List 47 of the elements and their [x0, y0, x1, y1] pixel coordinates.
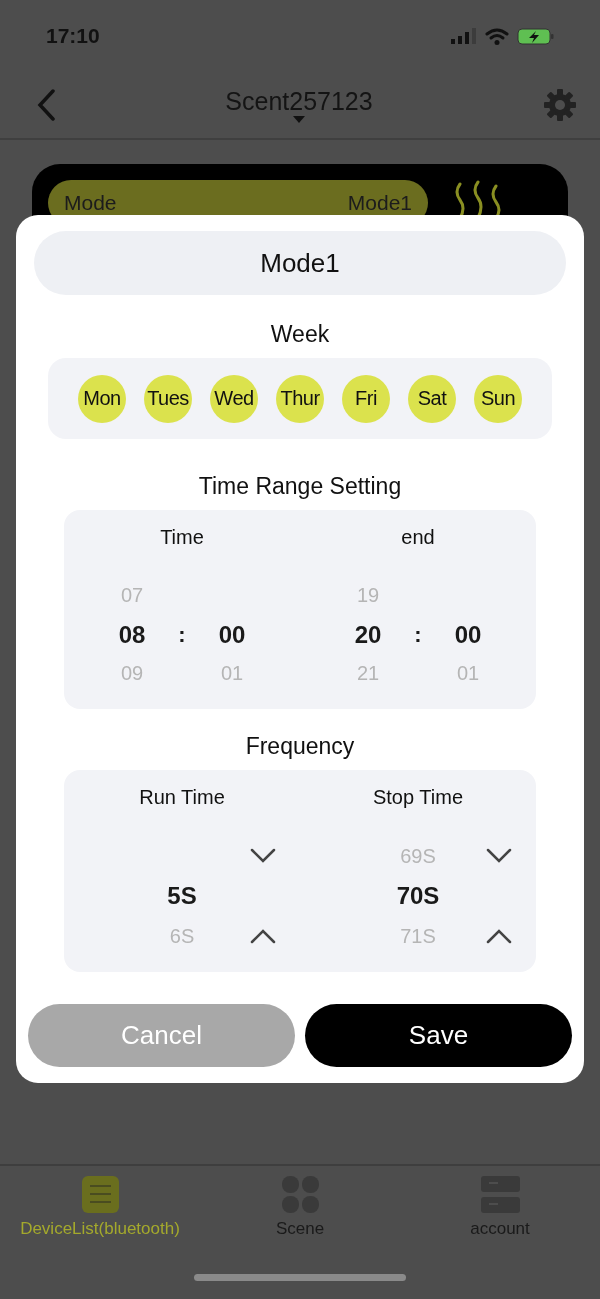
- time-separator: :: [414, 621, 422, 648]
- mode-value: Mode1: [347, 191, 412, 215]
- picker-option[interactable]: 01: [456, 662, 480, 685]
- dialog-title: Mode1: [34, 231, 566, 295]
- picker-option[interactable]: 07: [120, 584, 144, 607]
- save-button[interactable]: Save: [305, 1004, 572, 1067]
- weekday-toggle[interactable]: Thur: [276, 374, 324, 423]
- chevron-up-icon[interactable]: [250, 928, 276, 944]
- chevron-down-icon[interactable]: [486, 848, 512, 864]
- picker-value[interactable]: 08: [118, 620, 146, 649]
- mode-label: Mode: [64, 191, 117, 215]
- battery-icon: [517, 27, 554, 45]
- signal-icon: [451, 28, 477, 44]
- weekday-toggle[interactable]: Wed: [210, 374, 258, 423]
- picker-option[interactable]: 71S: [400, 924, 436, 948]
- weekday-toggle[interactable]: Mon: [78, 374, 126, 423]
- section-heading: Week: [270, 321, 330, 348]
- picker-option[interactable]: 19: [356, 584, 380, 607]
- list-icon: [81, 1176, 119, 1213]
- weekday-toggle[interactable]: Sat: [408, 374, 456, 423]
- picker-option[interactable]: 6S: [169, 924, 195, 948]
- weekday-toggle[interactable]: Tues: [144, 374, 192, 423]
- picker-option[interactable]: 21: [356, 662, 380, 685]
- status-time: 17:10: [46, 24, 100, 48]
- chevron-up-icon[interactable]: [486, 928, 512, 944]
- time-separator: :: [178, 621, 186, 648]
- picker-option[interactable]: 69S: [400, 844, 436, 868]
- picker-option[interactable]: 01: [220, 662, 244, 685]
- picker-value[interactable]: 00: [218, 620, 246, 649]
- weekday-toggle[interactable]: Sun: [474, 374, 522, 423]
- column-label: end: [401, 526, 435, 550]
- picker-option[interactable]: 09: [120, 662, 144, 685]
- column-label: Time: [160, 526, 204, 550]
- picker-value[interactable]: 20: [354, 620, 382, 649]
- section-heading: Time Range Setting: [198, 473, 402, 500]
- section-heading: Frequency: [245, 733, 355, 760]
- picker-value[interactable]: 70S: [396, 882, 440, 910]
- cancel-button[interactable]: Cancel: [28, 1004, 295, 1067]
- picker-value[interactable]: 5S: [167, 882, 197, 910]
- column-label: Run Time: [139, 786, 225, 810]
- wifi-icon: [485, 27, 509, 45]
- picker-value[interactable]: 00: [454, 620, 482, 649]
- column-label: Stop Time: [372, 786, 463, 810]
- chevron-down-icon[interactable]: [250, 848, 276, 864]
- device-title[interactable]: Scent257123: [225, 87, 373, 116]
- weekday-toggle[interactable]: Fri: [342, 374, 390, 423]
- tab-item[interactable]: DeviceList(bluetooth): [0, 1176, 200, 1239]
